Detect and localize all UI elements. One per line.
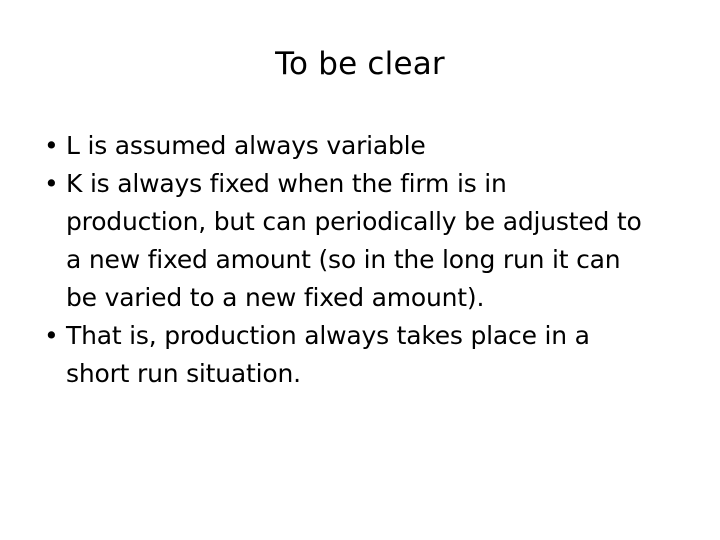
slide-body: • L is assumed always variable • K is al… <box>26 127 698 393</box>
bullet-line: a new fixed amount (so in the long run i… <box>66 245 621 274</box>
bullet-marker-icon: • <box>44 321 59 350</box>
bullet-line: short run situation. <box>66 359 301 388</box>
bullet-text: K is always fixed when the firm is in pr… <box>66 165 698 317</box>
bullet-line: That is, production always takes place i… <box>66 321 590 350</box>
bullet-marker-icon: • <box>44 169 59 198</box>
slide-title: To be clear <box>275 46 445 82</box>
slide: To be clear • L is assumed always variab… <box>0 0 720 540</box>
bullet-text: That is, production always takes place i… <box>66 317 698 393</box>
bullet-text: L is assumed always variable <box>66 127 698 165</box>
bullet-marker-icon: • <box>44 131 59 160</box>
bullet-line: production, but can periodically be adju… <box>66 207 642 236</box>
bullet-item: • That is, production always takes place… <box>26 317 698 393</box>
bullet-line: L is assumed always variable <box>66 131 426 160</box>
bullet-item: • K is always fixed when the firm is in … <box>26 165 698 317</box>
bullet-line: be varied to a new fixed amount). <box>66 283 485 312</box>
bullet-list: • L is assumed always variable • K is al… <box>26 127 698 393</box>
bullet-line: K is always fixed when the firm is in <box>66 169 507 198</box>
bullet-item: • L is assumed always variable <box>26 127 698 165</box>
